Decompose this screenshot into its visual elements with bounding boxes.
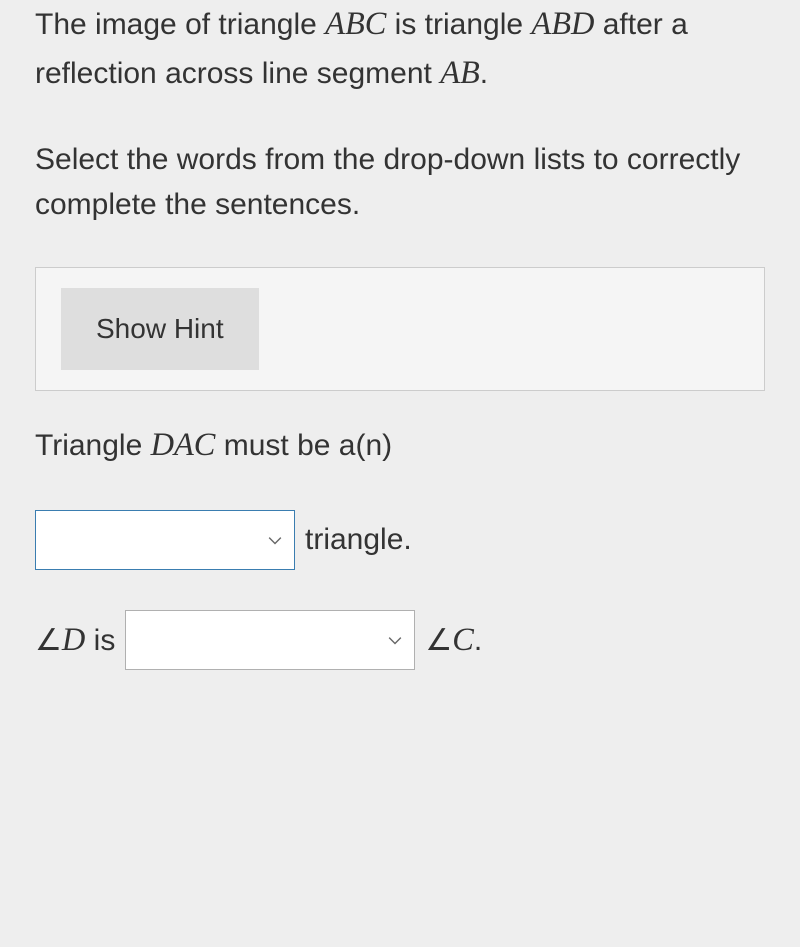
sentence-1a: Triangle DAC must be a(n) xyxy=(35,421,765,470)
sentence-1b: triangle. xyxy=(35,510,765,570)
hint-container: Show Hint xyxy=(35,267,765,391)
math-triangle-abc: ABC xyxy=(325,6,386,42)
angle-c: ∠C. xyxy=(425,616,482,665)
chevron-down-icon xyxy=(268,533,282,547)
text: triangle. xyxy=(305,517,412,562)
angle-d: ∠D is xyxy=(35,616,115,665)
angle-relation-dropdown[interactable] xyxy=(125,610,415,670)
show-hint-button[interactable]: Show Hint xyxy=(61,288,259,370)
text: . xyxy=(480,57,488,90)
problem-statement: The image of triangle ABC is triangle AB… xyxy=(35,0,765,97)
text: must be a(n) xyxy=(215,429,392,462)
math-triangle-abd: ABD xyxy=(531,6,594,42)
text: Triangle xyxy=(35,429,151,462)
math-segment-ab: AB xyxy=(440,55,480,91)
chevron-down-icon xyxy=(388,633,402,647)
instruction-text: Select the words from the drop-down list… xyxy=(35,137,765,227)
text: The image of triangle xyxy=(35,8,325,41)
text: is triangle xyxy=(386,8,531,41)
sentence-2: ∠D is ∠C. xyxy=(35,610,765,670)
triangle-type-dropdown[interactable] xyxy=(35,510,295,570)
math-triangle-dac: DAC xyxy=(151,427,216,463)
